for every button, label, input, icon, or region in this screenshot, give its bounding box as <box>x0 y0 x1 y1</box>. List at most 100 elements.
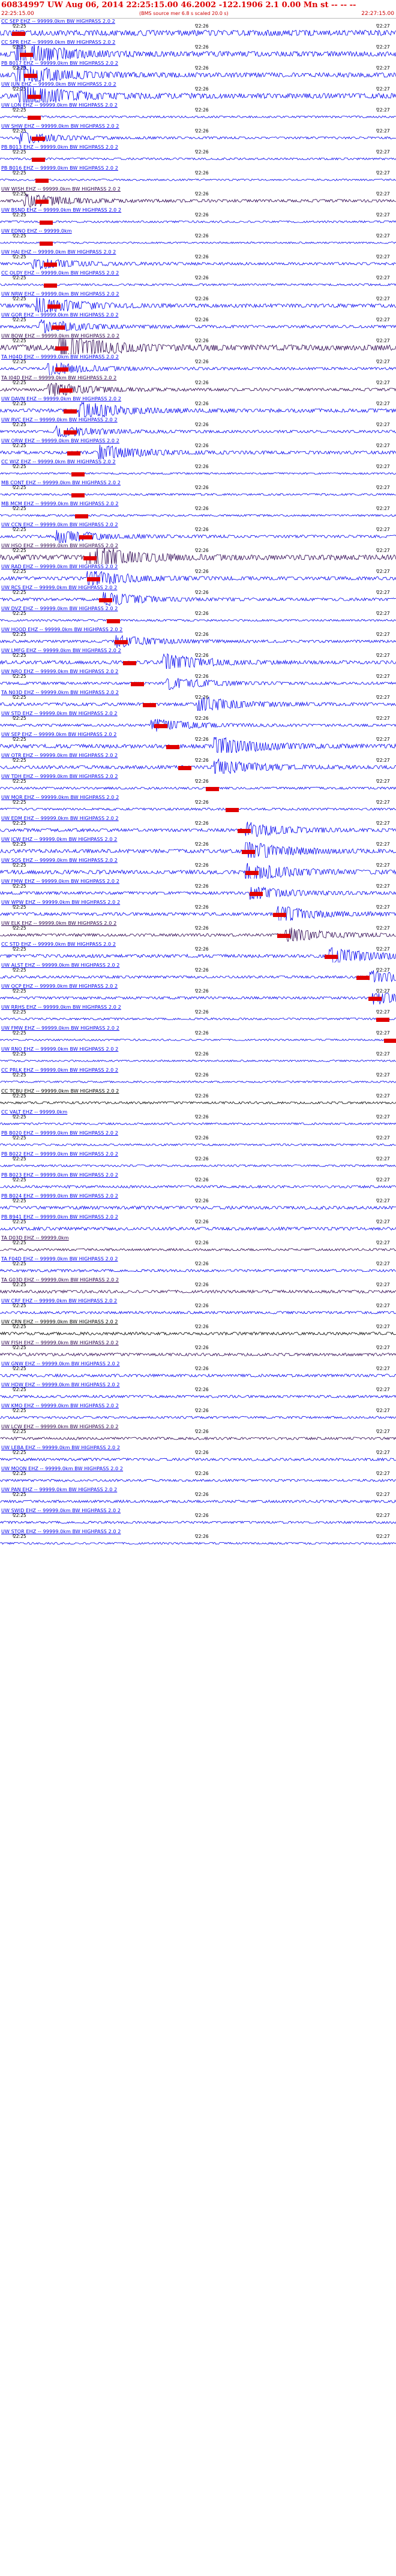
waveform-trace <box>0 29 396 37</box>
trace-row: UW LMFG EHZ -- 99999.0km BW HIGHPASS 2.0… <box>0 648 396 669</box>
phase-pick-marker <box>64 409 77 414</box>
trace-row: CC WIZ EHZ -- 99999.0km BW HIGHPASS 2.0 … <box>0 459 396 480</box>
waveform <box>0 444 396 459</box>
phase-pick-marker <box>40 242 53 246</box>
phase-pick-marker <box>87 577 100 581</box>
minute-marks <box>13 1325 377 1327</box>
waveform <box>0 1283 396 1294</box>
minute-marks <box>13 1492 377 1495</box>
phase-pick-marker <box>55 346 68 351</box>
waveform-trace <box>0 402 396 417</box>
phase-pick-marker <box>166 745 179 749</box>
minute-marks <box>13 318 377 320</box>
trace-row: UW MOR EHZ -- 99999.0km BW HIGHPASS 2.0 … <box>0 795 396 816</box>
waveform <box>0 276 396 286</box>
waveform <box>0 611 396 622</box>
minute-marks <box>13 24 377 26</box>
waveform <box>0 842 396 858</box>
minute-marks <box>13 1199 377 1201</box>
phase-pick-marker <box>115 640 128 644</box>
trace-row: UW JUN EHZ -- 99999.0km BW HIGHPASS 2.0 … <box>0 82 396 102</box>
waveform <box>0 1094 396 1105</box>
phase-pick-marker <box>35 200 49 204</box>
minute-marks <box>13 1534 377 1537</box>
trace-row: CC SPR EHZ -- 99999.0km BW HIGHPASS 2.0 … <box>0 40 396 61</box>
phase-pick-marker <box>325 955 338 959</box>
waveform-trace <box>0 157 396 161</box>
waveform-trace <box>0 1080 396 1084</box>
phase-pick-marker <box>368 997 382 1001</box>
trace-row: UW DAVN EHZ -- 99999.0km BW HIGHPASS 2.0… <box>0 396 396 417</box>
minute-marks <box>13 485 377 488</box>
phase-pick-marker <box>52 325 65 330</box>
phase-pick-marker <box>12 32 25 36</box>
trace-row: UW WISH EHZ -- 99999.0km BW HIGHPASS 2.0… <box>0 186 396 207</box>
phase-pick-marker <box>206 787 219 791</box>
waveform-trace <box>0 425 396 438</box>
waveform <box>0 129 396 144</box>
waveform-trace <box>0 807 396 811</box>
waveform <box>0 1052 396 1063</box>
waveform-trace <box>0 259 396 270</box>
phase-pick-marker <box>20 53 33 57</box>
minute-marks <box>13 527 377 530</box>
trace-row: UW RVC EHZ -- 99999.0km BW HIGHPASS 2.0 … <box>0 417 396 438</box>
waveform-trace <box>0 1122 396 1126</box>
waveform <box>0 24 396 37</box>
phase-pick-marker <box>24 74 37 78</box>
plot-header: 60834997 UW Aug 06, 2014 22:25:15.00 46.… <box>0 0 396 19</box>
waveform-trace <box>0 1226 396 1231</box>
waveform-trace <box>0 1289 396 1294</box>
phase-pick-marker <box>83 556 97 560</box>
waveform-trace <box>0 592 396 606</box>
minute-marks <box>13 464 377 467</box>
trace-row: UW SEP EHZ -- 99999.0km BW HIGHPASS 2.0 … <box>0 732 396 753</box>
waveform <box>0 590 396 606</box>
trace-row: CC STD EHZ -- 99999.0km BW HIGHPASS 2.0 … <box>0 942 396 963</box>
trace-row: TA N03D EHZ -- 99999.0km BW HIGHPASS 2.0… <box>0 690 396 711</box>
trace-row: UW GNW EHZ -- 99999.0km BW HIGHPASS 2.0 … <box>0 1361 396 1382</box>
phase-pick-marker <box>226 808 239 812</box>
minute-marks <box>13 905 377 907</box>
waveform-trace <box>0 906 396 921</box>
minute-marks <box>13 884 377 886</box>
waveform <box>0 150 396 161</box>
trace-row: UW SHW EHZ -- 99999.0km BW HIGHPASS 2.0 … <box>0 123 396 144</box>
waveform <box>0 632 396 648</box>
waveform-trace <box>0 444 396 459</box>
trace-row: UW CCN EHZ -- 99999.0km BW HIGHPASS 2.0 … <box>0 522 396 543</box>
trace-row: UW GOR EHZ -- 99999.0km BW HIGHPASS 2.0 … <box>0 312 396 333</box>
minute-marks <box>13 737 377 740</box>
waveform <box>0 1387 396 1399</box>
phase-pick-marker <box>71 493 85 497</box>
waveform-trace <box>0 678 396 690</box>
waveform-trace <box>0 1352 396 1357</box>
minute-marks <box>13 234 377 236</box>
waveform <box>0 905 396 921</box>
phase-pick-marker <box>79 535 92 539</box>
waveform <box>0 1304 396 1314</box>
waveform-trace <box>0 1184 396 1189</box>
minute-marks <box>13 1450 377 1453</box>
minute-marks <box>13 863 377 865</box>
minute-marks <box>13 45 377 47</box>
waveform-trace <box>0 970 396 983</box>
waveform <box>0 423 396 438</box>
trace-row: UW NRW EHZ -- 99999.0km BW HIGHPASS 2.0 … <box>0 291 396 312</box>
waveform-trace <box>0 1059 396 1063</box>
waveform <box>0 402 396 417</box>
waveform <box>0 464 396 475</box>
minute-marks <box>13 1220 377 1222</box>
trace-row: UW NRO EHZ -- 99999.0km BW HIGHPASS 2.0 … <box>0 669 396 690</box>
trace-row: UW HAJ EHZ -- 99999.0km BW HIGHPASS 2.0 … <box>0 249 396 270</box>
phase-pick-marker <box>242 850 255 854</box>
minute-marks <box>13 569 377 572</box>
trace-row: UW FMW EHZ -- 99999.0km BW HIGHPASS 2.0 … <box>0 879 396 900</box>
trace-row: UW SWID EHZ -- 99999.0km BW HIGHPASS 2.0… <box>0 1508 396 1529</box>
phase-pick-marker <box>107 619 120 623</box>
trace-row: UW RRHS EHZ -- 99999.0km BW HIGHPASS 2.0… <box>0 1005 396 1025</box>
trace-row: UW WPW EHZ -- 99999.0km BW HIGHPASS 2.0 … <box>0 900 396 921</box>
waveform <box>0 1492 396 1504</box>
waveform-trace <box>0 1499 396 1504</box>
minute-marks <box>13 716 377 719</box>
